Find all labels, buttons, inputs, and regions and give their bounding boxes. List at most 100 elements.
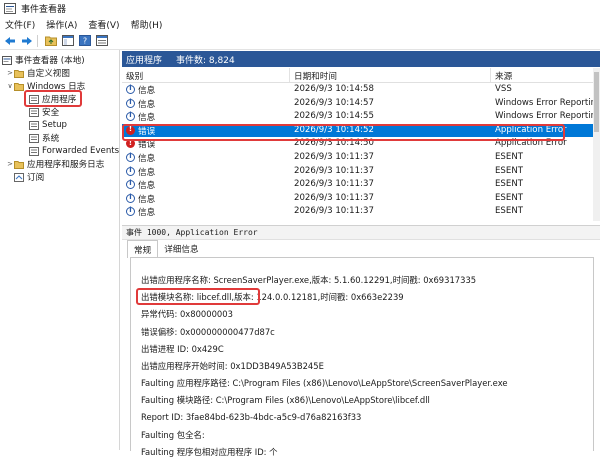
menu-help[interactable]: 帮助(H) <box>126 18 169 31</box>
column-datetime[interactable]: 日期和时间 <box>294 70 337 82</box>
tree-log-forwarded-events[interactable]: Forwarded Events <box>29 145 119 157</box>
console-tree-icon[interactable] <box>61 34 75 47</box>
event-detail-box: 出错应用程序名称: ScreenSaverPlayer.exe,版本: 5.1.… <box>130 257 594 457</box>
menu-file[interactable]: 文件(F) <box>0 18 41 31</box>
tab-details[interactable]: 详细信息 <box>158 240 204 257</box>
detail-line: 出错应用程序开始时间: 0x1DD3B49A53B245E <box>141 361 324 371</box>
column-divider[interactable] <box>490 68 491 82</box>
source-cell: ESENT <box>495 179 523 190</box>
tree-app-service-logs-label: 应用程序和服务日志 <box>27 160 105 170</box>
datetime-cell: 2026/9/3 10:11:37 <box>294 165 374 176</box>
level-cell: 信息 <box>138 194 156 205</box>
chevron-right-icon[interactable]: > <box>6 160 14 168</box>
detail-line: Faulting 应用程序路径: C:\Program Files (x86)\… <box>141 378 508 389</box>
highlight-selected-row <box>122 124 565 141</box>
datetime-cell: 2026/9/3 10:11:37 <box>294 192 374 203</box>
table-row[interactable]: 信息 2026/9/3 10:14:55 Windows Error Reporti… <box>122 110 600 124</box>
source-cell: ESENT <box>495 192 523 203</box>
datetime-cell: 2026/9/3 10:11:37 <box>294 206 374 217</box>
info-icon <box>126 111 135 122</box>
column-source[interactable]: 来源 <box>495 70 512 82</box>
table-row[interactable]: 信息 2026/9/3 10:11:37 ESENT <box>122 165 600 179</box>
tab-general[interactable]: 常规 <box>127 240 159 258</box>
column-level[interactable]: 级别 <box>126 70 143 82</box>
detail-tabs: 常规 详细信息 <box>127 240 205 258</box>
datetime-cell: 2026/9/3 10:14:58 <box>294 84 374 94</box>
source-cell: Windows Error Reporting <box>495 97 600 108</box>
level-cell: 信息 <box>138 113 156 124</box>
menu-view[interactable]: 查看(V) <box>83 18 125 31</box>
info-icon <box>126 193 135 203</box>
datetime-cell: 2026/9/3 10:11:37 <box>294 179 374 190</box>
tree-log-label: 系统 <box>42 134 60 144</box>
title-bar: 事件查看器 <box>0 0 600 17</box>
subscription-icon <box>14 172 24 182</box>
menu-action[interactable]: 操作(A) <box>41 18 83 31</box>
tree-log-label: Forwarded Events <box>42 146 120 156</box>
forward-icon[interactable] <box>20 34 34 47</box>
tree-custom-views-label: 自定义视图 <box>27 69 70 79</box>
level-cell: 信息 <box>138 154 156 164</box>
tree-log-setup[interactable]: Setup <box>29 119 67 131</box>
info-icon <box>126 206 135 217</box>
scrollbar-thumb[interactable] <box>594 72 599 132</box>
navigation-tree: 事件查看器 (本地) > 自定义视图 ∨ Windows 日志 应用程序 安全 … <box>0 50 120 450</box>
detail-line: Faulting 程序包相对应用程序 ID: 个 <box>141 447 278 457</box>
folder-icon <box>14 160 24 169</box>
event-viewer-app-icon <box>4 3 16 14</box>
tree-item-custom-views[interactable]: > 自定义视图 <box>6 67 70 79</box>
event-table: 级别 日期和时间 来源 信息 2026/9/3 10:14:58 VSS 信息 2026… <box>122 68 600 221</box>
folder-up-icon[interactable] <box>44 34 58 47</box>
properties-icon[interactable] <box>95 34 109 47</box>
log-icon <box>29 107 39 117</box>
table-row[interactable]: 信息 2026/9/3 10:14:58 VSS <box>122 83 600 97</box>
window-title: 事件查看器 <box>21 5 67 15</box>
toolbar: ? <box>0 32 600 50</box>
content-header: 应用程序 事件数: 8,824 <box>122 51 600 67</box>
table-row[interactable]: 信息 2026/9/3 10:11:37 ESENT <box>122 192 600 206</box>
event-detail-title: 事件 1000, Application Error <box>126 228 258 237</box>
tree-root-label: 事件查看器 (本地) <box>15 56 85 66</box>
column-divider[interactable] <box>289 68 290 82</box>
detail-line: Faulting 模块路径: C:\Program Files (x86)\Le… <box>141 395 430 406</box>
tree-item-subscriptions[interactable]: 订阅 <box>14 171 44 183</box>
level-cell: 信息 <box>138 99 156 110</box>
chevron-right-icon[interactable]: > <box>6 69 14 77</box>
datetime-cell: 2026/9/3 10:14:55 <box>294 111 374 122</box>
table-row[interactable]: 信息 2026/9/3 10:11:37 ESENT <box>122 205 600 219</box>
back-icon[interactable] <box>3 34 17 47</box>
toolbar-separator <box>37 34 38 47</box>
source-cell: ESENT <box>495 165 523 176</box>
level-cell: 信息 <box>138 86 156 96</box>
folder-icon <box>14 69 24 78</box>
folder-open-icon <box>14 82 24 91</box>
menu-bar: 文件(F) 操作(A) 查看(V) 帮助(H) <box>0 17 600 32</box>
chevron-down-icon[interactable]: ∨ <box>6 82 14 90</box>
event-viewer-icon <box>2 55 12 65</box>
tree-item-root[interactable]: 事件查看器 (本地) <box>2 54 85 66</box>
info-icon <box>126 179 135 190</box>
svg-text:?: ? <box>83 37 87 46</box>
event-count: 事件数: 8,824 <box>176 55 235 66</box>
highlight-faulting-module <box>136 288 260 305</box>
tree-subscriptions-label: 订阅 <box>27 173 45 183</box>
tree-log-security[interactable]: 安全 <box>29 106 59 118</box>
help-icon[interactable]: ? <box>78 34 92 47</box>
table-row[interactable]: 信息 2026/9/3 10:11:37 ESENT <box>122 178 600 192</box>
detail-line: 出错应用程序名称: ScreenSaverPlayer.exe,版本: 5.1.… <box>141 275 477 285</box>
level-cell: 信息 <box>138 181 156 192</box>
detail-line: 错误偏移: 0x000000000477d87c <box>141 326 275 337</box>
event-detail-header: 事件 1000, Application Error <box>122 225 600 240</box>
info-icon <box>126 166 135 176</box>
table-scrollbar[interactable] <box>593 68 600 221</box>
log-title: 应用程序 <box>126 55 163 66</box>
tree-item-app-service-logs[interactable]: > 应用程序和服务日志 <box>6 158 104 170</box>
table-row[interactable]: 信息 2026/9/3 10:11:37 ESENT <box>122 151 600 165</box>
info-icon <box>126 152 135 162</box>
datetime-cell: 2026/9/3 10:11:37 <box>294 152 374 162</box>
source-cell: ESENT <box>495 206 523 217</box>
table-row[interactable]: 信息 2026/9/3 10:14:57 Windows Error Reporti… <box>122 97 600 111</box>
log-icon <box>29 133 39 143</box>
tree-log-system[interactable]: 系统 <box>29 132 59 144</box>
info-icon <box>126 84 135 94</box>
